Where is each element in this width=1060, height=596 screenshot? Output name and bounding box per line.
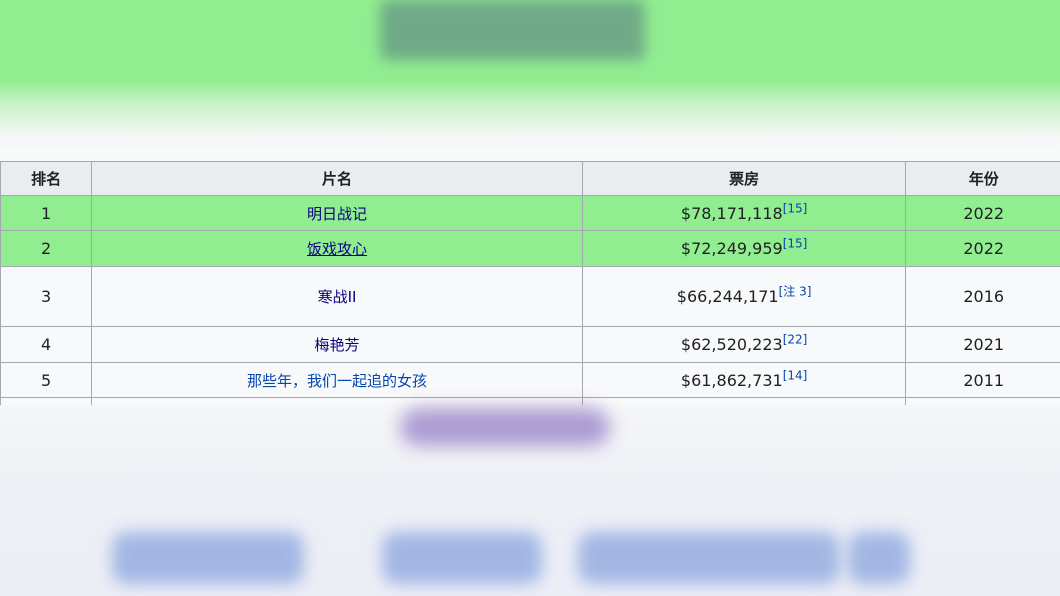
- rank-cell: 3: [0, 266, 93, 327]
- blurred-top-element: [380, 0, 645, 60]
- gross-cell: $72,249,959[15]: [581, 230, 907, 267]
- gross-value: $78,171,118: [680, 203, 783, 223]
- table-row: 4 梅艳芳 $62,520,223[22] 2021: [0, 326, 1060, 363]
- reference-link[interactable]: [22]: [783, 333, 808, 347]
- title-cell: 梅艳芳: [91, 326, 583, 363]
- rank-cell: 2: [0, 230, 93, 267]
- reference-link[interactable]: [15]: [783, 237, 808, 251]
- table-row: 1 明日战记 $78,171,118[15] 2022: [0, 195, 1060, 231]
- rank-cell: 5: [0, 362, 93, 398]
- year-cell: 2022: [905, 230, 1060, 267]
- gross-value: $62,520,223: [680, 335, 783, 354]
- blurred-button: [848, 532, 910, 584]
- blurred-button: [382, 532, 542, 584]
- title-cell: 那些年，我们一起追的女孩: [91, 362, 583, 398]
- year-cell: 2016: [905, 266, 1060, 327]
- gross-cell: $62,520,223[22]: [581, 326, 907, 363]
- header-year[interactable]: 年份: [905, 161, 1060, 196]
- rank-cell: 4: [0, 326, 93, 363]
- reference-link[interactable]: [注 3]: [779, 285, 812, 299]
- table-row: 5 那些年，我们一起追的女孩 $61,862,731[14] 2011: [0, 362, 1060, 398]
- gross-value: $66,244,171: [676, 287, 779, 306]
- film-link[interactable]: 寒战II: [318, 288, 357, 306]
- blurred-purple-element: [400, 408, 610, 446]
- year-cell: 2021: [905, 326, 1060, 363]
- table-row: 3 寒战II $66,244,171[注 3] 2016: [0, 266, 1060, 327]
- gross-cell: $66,244,171[注 3]: [581, 266, 907, 327]
- film-link[interactable]: 明日战记: [307, 205, 367, 223]
- rank-cell: 1: [0, 195, 93, 231]
- table-row: 2 饭戏攻心 $72,249,959[15] 2022: [0, 230, 1060, 267]
- reference-link[interactable]: [14]: [783, 368, 808, 382]
- blurred-button: [112, 532, 304, 584]
- year-cell: 2011: [905, 362, 1060, 398]
- film-link[interactable]: 饭戏攻心: [307, 240, 367, 258]
- film-link[interactable]: 那些年，我们一起追的女孩: [247, 372, 427, 390]
- reference-link[interactable]: [15]: [783, 201, 808, 215]
- gross-value: $61,862,731: [680, 370, 783, 390]
- blurred-button: [578, 532, 840, 584]
- title-cell: 明日战记: [91, 195, 583, 231]
- gross-cell: $61,862,731[14]: [581, 362, 907, 398]
- film-link[interactable]: 梅艳芳: [315, 336, 360, 354]
- title-cell: 寒战II: [91, 266, 583, 327]
- box-office-table: 排名 片名 票房 年份 1 明日战记 $78,171,118[15] 2022 …: [0, 161, 1060, 409]
- box-office-table-container: 排名 片名 票房 年份 1 明日战记 $78,171,118[15] 2022 …: [0, 161, 1060, 409]
- title-cell: 饭戏攻心: [91, 230, 583, 267]
- header-rank[interactable]: 排名: [0, 161, 93, 196]
- gross-cell: $78,171,118[15]: [581, 195, 907, 231]
- table-header-row: 排名 片名 票房 年份: [0, 161, 1060, 196]
- gross-value: $72,249,959: [680, 239, 783, 258]
- page: 排名 片名 票房 年份 1 明日战记 $78,171,118[15] 2022 …: [0, 0, 1060, 596]
- header-title[interactable]: 片名: [91, 161, 583, 196]
- header-gross[interactable]: 票房: [581, 161, 907, 196]
- year-cell: 2022: [905, 195, 1060, 231]
